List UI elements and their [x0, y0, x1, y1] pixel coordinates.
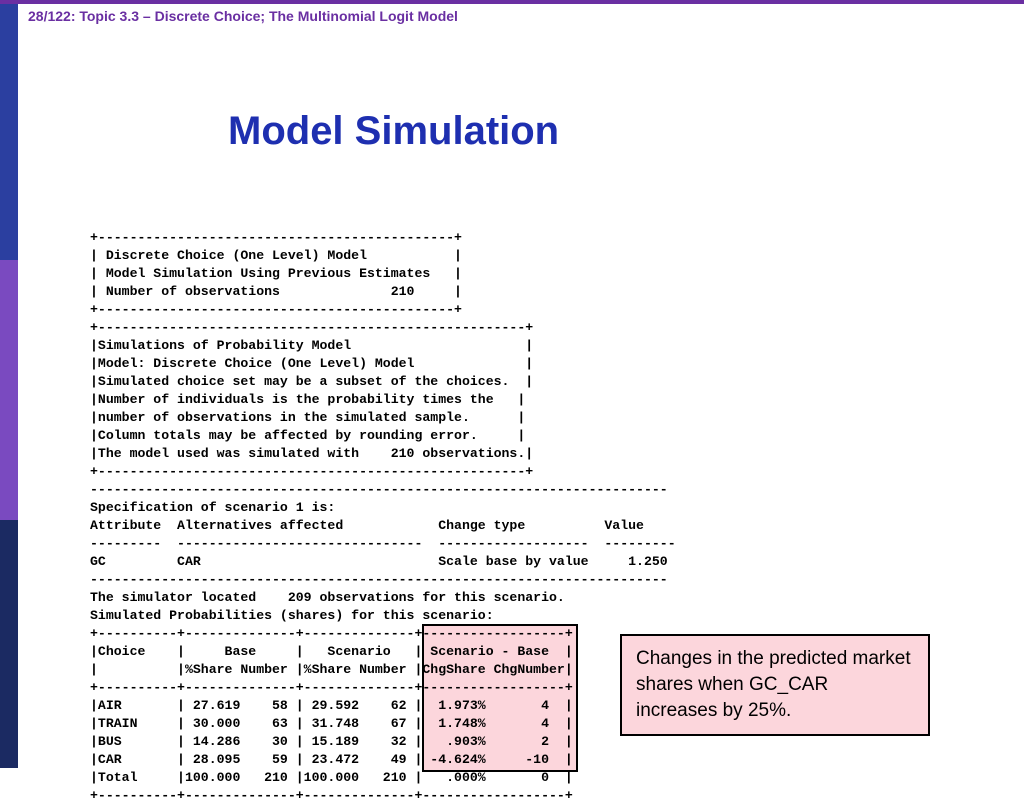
accent-bar	[0, 0, 1024, 4]
slide-body: Model Simulation +----------------------…	[18, 34, 1024, 768]
annotation-callout: Changes in the predicted market shares w…	[620, 634, 930, 736]
annotation-text: Changes in the predicted market shares w…	[636, 648, 911, 721]
left-stripe-middle	[0, 260, 18, 520]
page-title: Model Simulation	[228, 109, 559, 154]
model-output: +---------------------------------------…	[90, 229, 676, 805]
model-output-wrap: +---------------------------------------…	[90, 229, 676, 805]
left-stripe-bottom	[0, 520, 18, 768]
slide-header: 28/122: Topic 3.3 – Discrete Choice; The…	[28, 8, 1004, 24]
